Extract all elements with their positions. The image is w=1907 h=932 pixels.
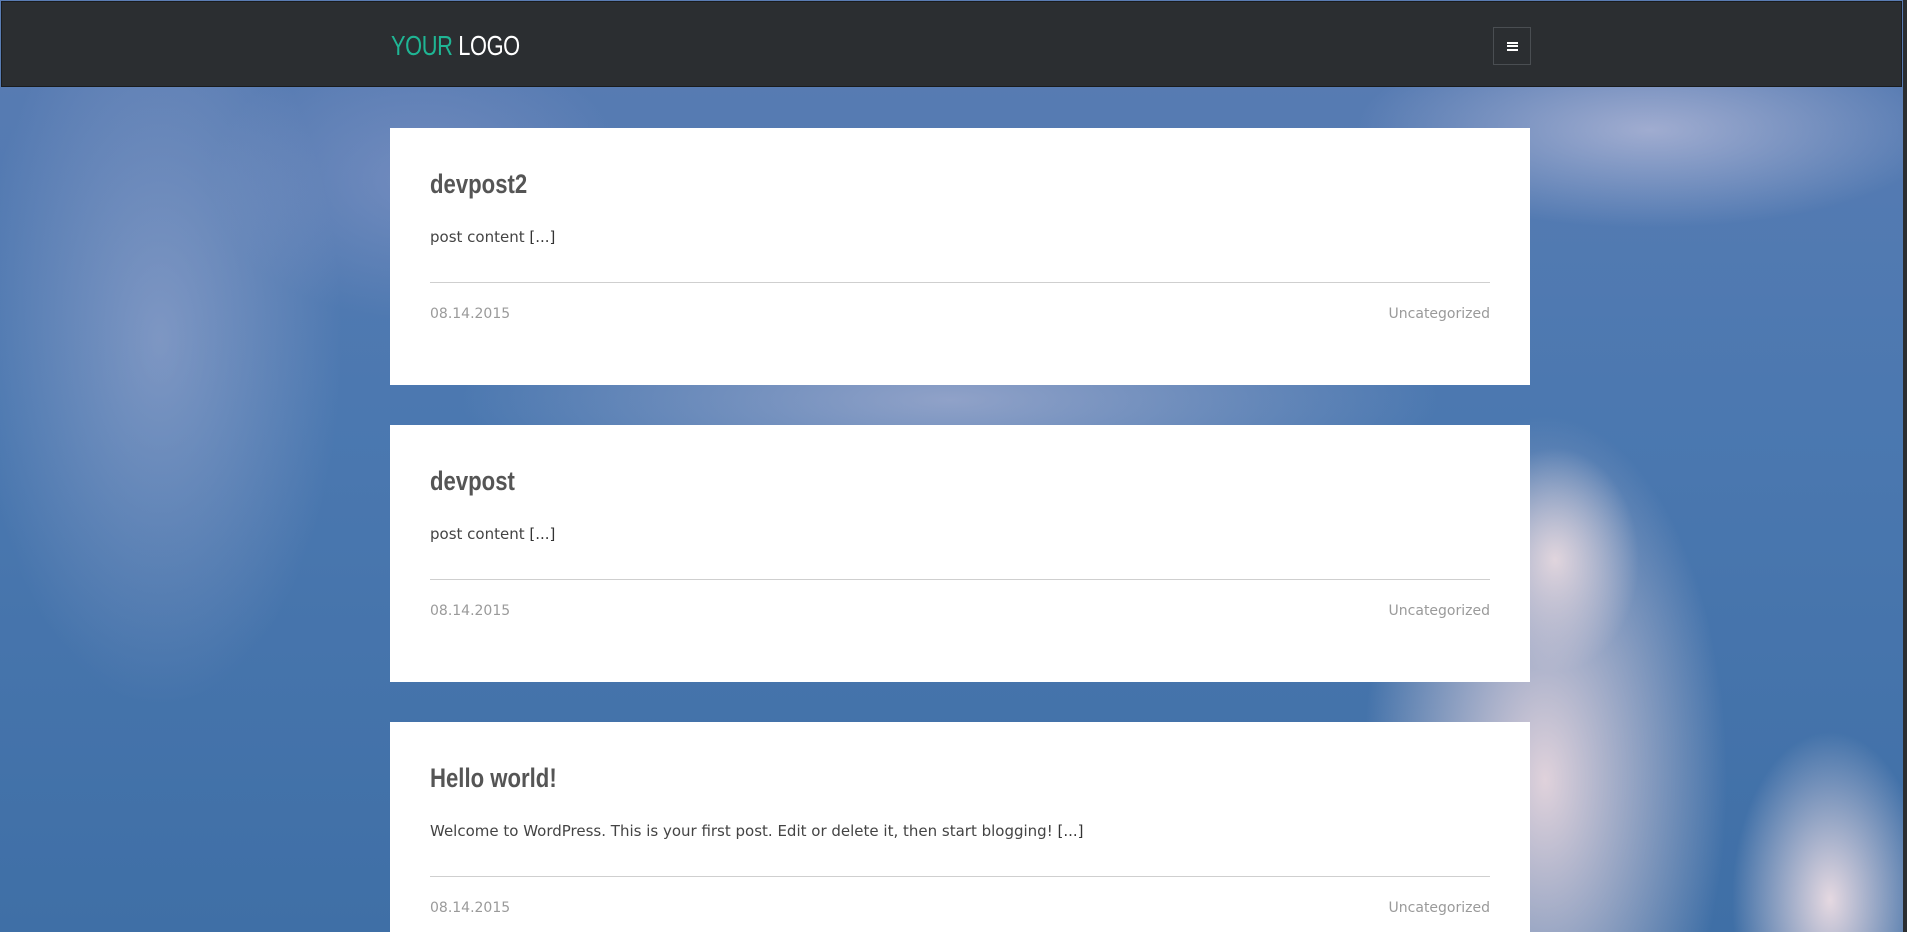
post-date: 08.14.2015 (430, 306, 511, 323)
logo-text: LOGO (458, 30, 520, 61)
post-title-link[interactable]: devpost (430, 425, 1299, 497)
post-excerpt-text: post content (430, 525, 525, 544)
post-title-link[interactable]: Hello world! (430, 722, 1299, 794)
read-more-link[interactable]: [...] (529, 525, 555, 543)
post-excerpt: Welcome to WordPress. This is your first… (430, 794, 1490, 842)
post-meta: 08.14.2015 Uncategorized (430, 877, 1490, 916)
post-excerpt-text: Welcome to WordPress. This is your first… (430, 822, 1053, 841)
page-scrollbar[interactable] (1903, 0, 1907, 932)
site-header: YOUR LOGO (1, 1, 1902, 87)
post-excerpt: post content [...] (430, 200, 1490, 248)
post-meta: 08.14.2015 Uncategorized (430, 580, 1490, 619)
read-more-link[interactable]: [...] (1058, 822, 1084, 840)
post-category-link[interactable]: Uncategorized (1389, 603, 1490, 619)
post-date: 08.14.2015 (430, 900, 511, 917)
post-category-link[interactable]: Uncategorized (1389, 306, 1490, 322)
post-card: Hello world! Welcome to WordPress. This … (390, 722, 1530, 932)
read-more-link[interactable]: [...] (529, 228, 555, 246)
logo-accent-text: YOUR (391, 30, 453, 61)
page-viewport: YOUR LOGO devpost2 post content [...] 08… (0, 0, 1907, 932)
post-date: 08.14.2015 (430, 603, 511, 620)
post-card: devpost post content [...] 08.14.2015 Un… (390, 425, 1530, 682)
hamburger-icon (1506, 41, 1518, 51)
post-excerpt: post content [...] (430, 497, 1490, 545)
post-category-link[interactable]: Uncategorized (1389, 900, 1490, 916)
post-title-link[interactable]: devpost2 (430, 128, 1299, 200)
menu-toggle-button[interactable] (1493, 27, 1531, 65)
site-logo[interactable]: YOUR LOGO (391, 32, 520, 60)
post-meta: 08.14.2015 Uncategorized (430, 283, 1490, 322)
post-card: devpost2 post content [...] 08.14.2015 U… (390, 128, 1530, 385)
post-excerpt-text: post content (430, 228, 525, 247)
